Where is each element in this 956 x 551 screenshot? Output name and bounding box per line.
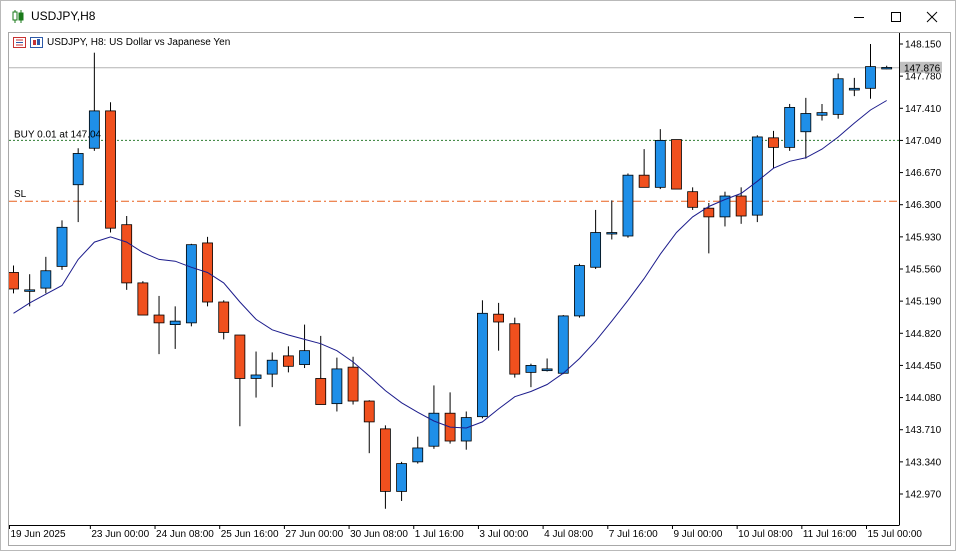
- bear-candle[interactable]: [363, 400, 375, 423]
- bull-candle[interactable]: [428, 412, 440, 447]
- bull-candle[interactable]: [800, 113, 812, 133]
- bull-candle[interactable]: [816, 112, 828, 116]
- bear-candle[interactable]: [137, 282, 149, 316]
- price-tick-label: 144.080: [905, 393, 942, 404]
- price-tick-label: 144.820: [905, 329, 942, 340]
- price-chart[interactable]: 148.150147.780147.410147.040146.670146.3…: [9, 33, 950, 545]
- window-title: USDJPY,H8: [31, 9, 96, 23]
- bull-candle[interactable]: [460, 417, 472, 442]
- candlestick-app-icon: [12, 10, 24, 23]
- price-tick-label: 145.190: [905, 297, 942, 308]
- bull-candle[interactable]: [169, 320, 181, 325]
- bid-price-label: 147.876: [904, 63, 941, 74]
- bear-candle[interactable]: [315, 378, 327, 405]
- title-bar[interactable]: USDJPY,H8: [1, 1, 955, 32]
- price-tick-label: 144.450: [905, 361, 942, 372]
- time-tick-label: 9 Jul 00:00: [673, 529, 722, 540]
- time-tick-label: 7 Jul 16:00: [609, 529, 658, 540]
- bull-candle[interactable]: [784, 107, 796, 148]
- bull-candle[interactable]: [24, 289, 36, 292]
- bear-candle[interactable]: [121, 224, 133, 284]
- time-tick-label: 15 Jul 00:00: [868, 529, 923, 540]
- chart-header: USDJPY, H8: US Dollar vs Japanese Yen: [13, 37, 230, 48]
- bear-candle[interactable]: [105, 110, 116, 229]
- chart-symbol-icon[interactable]: [30, 37, 43, 48]
- time-tick-label: 3 Jul 00:00: [479, 529, 528, 540]
- price-tick-label: 145.930: [905, 232, 942, 243]
- bull-candle[interactable]: [72, 153, 84, 186]
- chart-list-icon[interactable]: [13, 37, 26, 48]
- bull-candle[interactable]: [881, 67, 893, 70]
- bull-candle[interactable]: [848, 87, 860, 91]
- bull-candle[interactable]: [40, 270, 52, 289]
- time-tick-label: 25 Jun 16:00: [221, 529, 279, 540]
- main-window: USDJPY,H8 148.150 147.780 147.410 147.040 14…: [0, 0, 956, 551]
- bear-candle[interactable]: [671, 139, 682, 190]
- bear-candle[interactable]: [282, 355, 294, 367]
- bull-candle[interactable]: [250, 374, 262, 379]
- price-tick-label: 143.340: [905, 457, 942, 468]
- chart-symbol-label: USDJPY, H8:: [47, 37, 107, 48]
- bull-candle[interactable]: [477, 312, 488, 418]
- time-tick-label: 19 Jun 2025: [11, 529, 66, 540]
- time-tick-label: 11 Jul 16:00: [803, 529, 857, 540]
- time-tick-label: 24 Jun 08:00: [156, 529, 214, 540]
- maximize-button[interactable]: [881, 5, 911, 29]
- bear-candle[interactable]: [735, 195, 747, 217]
- bear-candle[interactable]: [218, 301, 230, 333]
- bull-candle[interactable]: [654, 140, 666, 188]
- bull-candle[interactable]: [557, 315, 569, 374]
- price-tick-label: 143.710: [905, 425, 942, 436]
- bull-candle[interactable]: [751, 136, 763, 216]
- bear-candle[interactable]: [768, 137, 779, 148]
- bull-candle[interactable]: [541, 368, 553, 372]
- price-tick-label: 147.040: [905, 136, 942, 147]
- bull-candle[interactable]: [396, 463, 407, 492]
- price-tick-label: 146.300: [905, 200, 942, 211]
- price-tick-label: 142.970: [905, 490, 942, 501]
- price-tick-label: 146.670: [905, 168, 942, 179]
- time-tick-label: 23 Jun 00:00: [91, 529, 149, 540]
- bull-candle[interactable]: [412, 447, 424, 463]
- bear-candle[interactable]: [347, 366, 359, 402]
- minimize-icon: [854, 17, 864, 18]
- bull-candle[interactable]: [590, 232, 602, 268]
- bear-candle[interactable]: [380, 428, 391, 492]
- bull-candle[interactable]: [622, 174, 634, 237]
- time-tick-label: 10 Jul 08:00: [738, 529, 793, 540]
- bull-candle[interactable]: [525, 365, 537, 373]
- bull-candle[interactable]: [606, 232, 618, 235]
- price-tick-label: 145.560: [905, 265, 942, 276]
- bear-candle[interactable]: [493, 313, 505, 323]
- bear-candle[interactable]: [234, 334, 246, 379]
- price-tick-label: 147.410: [905, 104, 942, 115]
- buy-order-label: BUY 0.01 at 147.04: [14, 129, 102, 140]
- time-tick-label: 30 Jun 08:00: [350, 529, 408, 540]
- bear-candle[interactable]: [509, 323, 521, 375]
- chart-area[interactable]: 148.150 147.780 147.410 147.040 146.670 146.3…: [8, 32, 951, 546]
- bear-candle[interactable]: [9, 272, 19, 290]
- minimize-button[interactable]: [844, 5, 874, 29]
- time-tick-label: 4 Jul 08:00: [544, 529, 593, 540]
- bear-candle[interactable]: [703, 207, 715, 218]
- time-tick-label: 27 Jun 00:00: [285, 529, 343, 540]
- bear-candle[interactable]: [638, 174, 650, 188]
- time-tick-label: 1 Jul 16:00: [415, 529, 464, 540]
- price-tick-label: 148.150: [905, 40, 942, 51]
- bull-candle[interactable]: [331, 368, 343, 405]
- close-icon: [926, 11, 938, 23]
- bull-candle[interactable]: [574, 265, 585, 317]
- bull-candle[interactable]: [56, 226, 68, 267]
- bull-candle[interactable]: [266, 359, 278, 375]
- bear-candle[interactable]: [687, 191, 699, 208]
- chart-description: US Dollar vs Japanese Yen: [109, 37, 231, 48]
- close-button[interactable]: [917, 5, 947, 29]
- bear-candle[interactable]: [153, 314, 165, 324]
- bull-candle[interactable]: [299, 350, 310, 365]
- maximize-icon: [891, 12, 901, 22]
- bull-candle[interactable]: [832, 78, 844, 115]
- bull-candle[interactable]: [865, 66, 876, 89]
- stop-loss-label: SL: [14, 189, 27, 200]
- bull-candle[interactable]: [185, 244, 197, 324]
